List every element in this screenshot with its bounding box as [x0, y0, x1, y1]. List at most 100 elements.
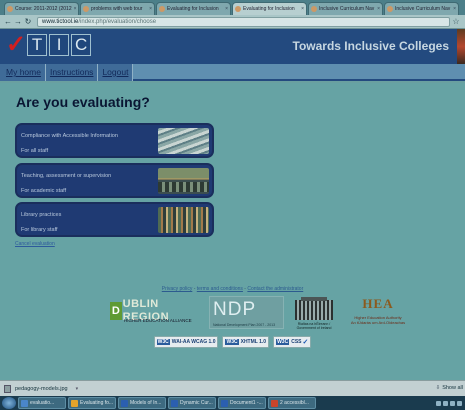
address-bar: ← → ↻ www.tictool.ie/index.php/evaluatio… — [0, 15, 465, 29]
tab-close-icon[interactable]: × — [451, 6, 456, 12]
taskbar-item[interactable]: 2 accessibl... — [268, 397, 316, 409]
contact-admin-link[interactable]: Contact the administrator — [247, 286, 303, 292]
show-all-downloads-link[interactable]: ⇩ Show all — [436, 385, 463, 391]
tab-favicon-icon — [159, 6, 165, 12]
option-title: Compliance with Accessible Information — [21, 133, 118, 139]
taskbar-label: Evaluating fo... — [80, 400, 114, 406]
evaluation-option-accessible-information[interactable]: Compliance with Accessible Information F… — [15, 123, 214, 158]
option-subtitle: For academic staff — [21, 188, 67, 194]
evaluation-option-teaching[interactable]: Teaching, assessment or supervision For … — [15, 163, 214, 198]
tab-favicon-icon — [387, 6, 393, 12]
download-bar: pedagogy-models.jpg ▾ ⇩ Show all — [0, 380, 465, 396]
dublin-subtitle: HIGHER EDUCATION ALLIANCE — [124, 318, 192, 323]
browser-tab[interactable]: problems with web tour × — [80, 2, 155, 15]
dublin-region-logo[interactable]: D UBLIN REGION HIGHER EDUCATION ALLIANCE — [110, 298, 206, 328]
taskbar-item[interactable]: Dynamic Cur... — [168, 397, 216, 409]
browser-tab[interactable]: Course: 2011-2012 (2012 × — [4, 2, 79, 15]
browser-tab[interactable]: Inclusive Curriculum Nav × — [308, 2, 383, 15]
file-icon — [4, 384, 11, 393]
page-heading: Are you evaluating? — [16, 94, 150, 110]
tab-label: Inclusive Curriculum Nav — [319, 6, 375, 12]
tab-close-icon[interactable]: × — [375, 6, 380, 12]
terms-link[interactable]: terms and conditions — [197, 286, 243, 292]
hea-subtitle-ga: An tÚdarás um Ard-Oideachas — [350, 320, 406, 325]
reload-icon[interactable]: ↻ — [23, 17, 33, 26]
site-header: ✓ T I C Towards Inclusive Colleges — [0, 29, 465, 64]
w3c-mark: W3C — [225, 339, 239, 345]
government-of-ireland-logo[interactable]: Rialtas na hÉireann / Government of Irel… — [290, 297, 338, 330]
tab-favicon-icon — [311, 6, 317, 12]
app-icon — [121, 399, 128, 407]
footer-links: Privacy policy - terms and conditions - … — [0, 286, 465, 292]
nav-instructions-link[interactable]: Instructions — [45, 64, 99, 81]
logo-letter: C — [71, 34, 92, 56]
tab-close-icon[interactable]: × — [299, 6, 304, 12]
option-title: Teaching, assessment or supervision — [21, 173, 112, 179]
app-icon — [171, 399, 178, 407]
xhtml-badge[interactable]: W3C XHTML 1.0 — [222, 336, 270, 348]
app-icon — [71, 399, 78, 407]
logo-letter: T — [27, 34, 48, 56]
evaluation-option-library[interactable]: Library practices For library staff — [15, 202, 214, 237]
tab-label: Evaluating for Inclusion — [167, 6, 219, 12]
badge-label: CSS — [291, 339, 302, 345]
w3c-badges: W3C WAI-AA WCAG 1.0 W3C XHTML 1.0 W3C CSS ✓ — [0, 336, 465, 348]
download-arrow-icon: ⇩ — [435, 385, 441, 391]
cancel-evaluation-link[interactable]: Cancel evaluation — [15, 241, 55, 247]
tic-logo[interactable]: ✓ T I C — [6, 31, 93, 58]
tab-label: Evaluating for Inclusion — [243, 6, 295, 12]
windows-taskbar: evaluatio... Evaluating fo... Models of … — [0, 396, 465, 410]
taskbar-label: Dynamic Cur... — [180, 400, 213, 406]
chevron-down-icon[interactable]: ▾ — [76, 386, 79, 392]
w3c-mark: W3C — [156, 339, 170, 345]
tab-label: Inclusive Curriculum Nav — [395, 6, 451, 12]
tab-label: Course: 2011-2012 (2012 — [15, 6, 72, 12]
url-input[interactable]: www.tictool.ie/index.php/evaluation/choo… — [37, 16, 450, 27]
dublin-letter: D — [110, 301, 122, 320]
tab-close-icon[interactable]: × — [223, 6, 228, 12]
wcag-badge[interactable]: W3C WAI-AA WCAG 1.0 — [153, 336, 219, 348]
taskbar-item[interactable]: evaluatio... — [18, 397, 66, 409]
ndp-logo[interactable]: NDP National Development Plan 2007 - 201… — [209, 296, 284, 329]
url-host: www.tictool.ie — [42, 18, 79, 25]
network-icon[interactable] — [450, 400, 455, 406]
browser-tab[interactable]: Evaluating for Inclusion × — [156, 2, 231, 15]
tab-close-icon[interactable]: × — [72, 6, 77, 12]
tab-close-icon[interactable]: × — [147, 6, 152, 12]
privacy-policy-link[interactable]: Privacy policy — [162, 286, 193, 292]
office-shelves-image — [158, 128, 209, 154]
checkmark-icon: ✓ — [6, 31, 27, 58]
checkmark-icon: ✓ — [302, 339, 309, 346]
government-subtitle: Rialtas na hÉireann / Government of Irel… — [296, 322, 332, 330]
browser-tab[interactable]: Inclusive Curriculum Nav × — [384, 2, 459, 15]
forward-arrow-icon[interactable]: → — [13, 17, 23, 26]
header-photo-strip — [457, 29, 465, 64]
bookmark-star-icon[interactable]: ☆ — [450, 17, 462, 26]
taskbar-item[interactable]: Evaluating fo... — [68, 397, 116, 409]
app-icon — [21, 399, 28, 407]
option-subtitle: For all staff — [21, 148, 49, 154]
nav-logout-link[interactable]: Logout — [98, 64, 134, 81]
browser-tab-active[interactable]: Evaluating for Inclusion × — [232, 2, 307, 15]
browser-tab-bar: Course: 2011-2012 (2012 × problems with w… — [0, 0, 465, 15]
hea-logo[interactable]: HEA Higher Education Authority An tÚdará… — [349, 296, 407, 330]
taskbar-item[interactable]: Document1 -... — [218, 397, 266, 409]
tray-icon[interactable] — [436, 400, 441, 406]
option-title: Library practices — [21, 212, 62, 218]
ndp-title: NDP — [213, 299, 257, 320]
css-badge[interactable]: W3C CSS ✓ — [273, 336, 312, 348]
main-navigation: My home Instructions Logout — [0, 64, 465, 81]
classroom-image — [158, 168, 209, 194]
volume-icon[interactable] — [457, 400, 462, 406]
tab-favicon-icon — [83, 6, 89, 12]
taskbar-item[interactable]: Models of In... — [118, 397, 166, 409]
site-title: Towards Inclusive Colleges — [292, 39, 450, 53]
option-subtitle: For library staff — [21, 227, 58, 233]
w3c-mark: W3C — [276, 339, 290, 345]
tray-icon[interactable] — [443, 400, 448, 406]
back-arrow-icon[interactable]: ← — [3, 17, 13, 26]
nav-my-home-link[interactable]: My home — [0, 64, 46, 81]
start-button-icon[interactable] — [2, 397, 16, 409]
show-all-label: Show all — [442, 385, 463, 391]
download-item[interactable]: pedagogy-models.jpg — [15, 386, 68, 392]
